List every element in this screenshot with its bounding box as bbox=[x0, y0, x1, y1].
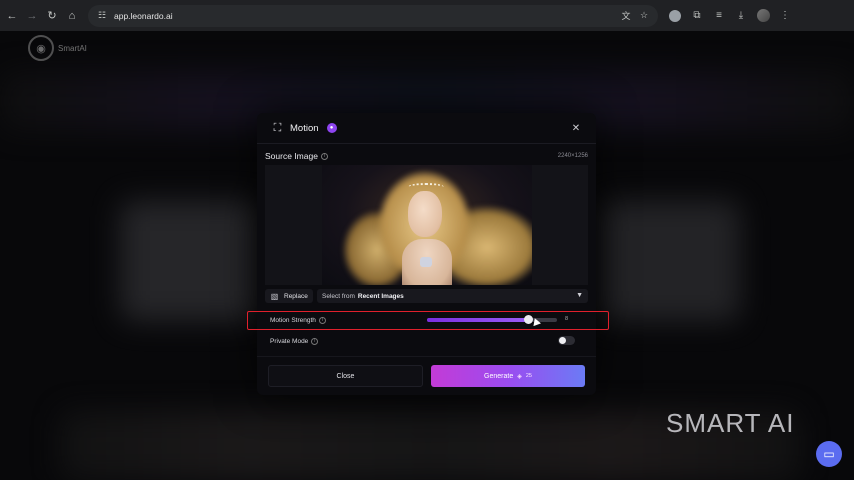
toggle-knob bbox=[559, 337, 566, 344]
motion-strength-label-text: Motion Strength bbox=[270, 316, 316, 324]
extension-profile-icon[interactable] bbox=[666, 7, 684, 25]
address-bar[interactable]: ☷ app.leonardo.ai 文 ☆ bbox=[88, 4, 658, 27]
image-dimensions: 2240×1256 bbox=[557, 153, 588, 159]
close-button[interactable]: Close bbox=[268, 365, 423, 387]
url-text[interactable]: app.leonardo.ai bbox=[114, 11, 173, 21]
token-cost: 25 bbox=[525, 373, 532, 379]
info-icon[interactable]: i bbox=[318, 316, 326, 324]
slider-fill bbox=[427, 318, 528, 322]
image-icon: ▧ bbox=[270, 291, 279, 301]
home-icon[interactable]: ⌂ bbox=[62, 6, 82, 26]
brand-logo: ◉ SmartAI bbox=[28, 35, 87, 61]
close-icon[interactable]: ✕ bbox=[570, 122, 582, 134]
recent-images-select[interactable]: Select from Recent Images ▼ bbox=[317, 289, 588, 303]
kebab-menu-icon[interactable]: ⋮ bbox=[776, 7, 794, 25]
private-mode-row: Private Mode i bbox=[265, 334, 588, 348]
toolbar-actions: ⧉ ≡ ⤓ ⋮ bbox=[666, 7, 794, 25]
browser-toolbar: ← → ↻ ⌂ ☷ app.leonardo.ai 文 ☆ ⧉ ≡ ⤓ ⋮ bbox=[0, 0, 854, 31]
blurred-card-right bbox=[600, 201, 740, 321]
private-mode-toggle[interactable] bbox=[558, 336, 575, 345]
bookmark-star-icon[interactable]: ☆ bbox=[638, 10, 650, 22]
generate-button[interactable]: Generate ◈ 25 bbox=[431, 365, 585, 387]
translate-icon[interactable]: 文 bbox=[620, 10, 632, 22]
site-settings-icon[interactable]: ☷ bbox=[96, 10, 108, 22]
premium-badge-icon: ● bbox=[326, 123, 337, 133]
brand-name: SmartAI bbox=[58, 43, 87, 53]
modal-header: ⛶ Motion ● ✕ bbox=[257, 113, 596, 143]
header-divider bbox=[257, 143, 596, 144]
chat-bubble-icon: ▭ bbox=[823, 447, 835, 461]
blurred-card-left bbox=[120, 201, 260, 321]
forward-arrow-icon[interactable]: → bbox=[22, 6, 42, 26]
private-mode-label-text: Private Mode bbox=[270, 337, 309, 345]
nav-buttons: ← → ↻ ⌂ bbox=[2, 6, 82, 26]
image-face bbox=[408, 191, 442, 237]
profile-avatar-icon[interactable] bbox=[754, 7, 772, 25]
select-recent-images: Recent Images bbox=[357, 292, 404, 300]
motion-strength-label: Motion Strength i bbox=[270, 316, 326, 324]
replace-label: Replace bbox=[284, 292, 308, 300]
chevron-down-icon: ▼ bbox=[576, 292, 583, 299]
media-controls-icon[interactable]: ≡ bbox=[710, 7, 728, 25]
footer-divider bbox=[257, 356, 596, 357]
generate-label: Generate bbox=[484, 372, 514, 380]
back-arrow-icon[interactable]: ← bbox=[2, 6, 22, 26]
source-image bbox=[322, 165, 532, 285]
image-necklace bbox=[420, 257, 432, 267]
source-image-label-text: Source Image bbox=[265, 151, 318, 161]
select-prefix: Select from bbox=[322, 292, 355, 300]
source-image-frame bbox=[265, 165, 588, 285]
film-frame-icon: ⛶ bbox=[273, 121, 282, 134]
replace-button[interactable]: ▧ Replace bbox=[265, 289, 313, 303]
modal-title: Motion bbox=[290, 122, 319, 134]
brand-logo-icon: ◉ bbox=[28, 35, 54, 61]
puzzle-extensions-icon[interactable]: ⧉ bbox=[688, 7, 706, 25]
image-tiara bbox=[408, 183, 444, 191]
motion-strength-value[interactable]: 8 bbox=[565, 316, 568, 322]
info-icon[interactable]: i bbox=[320, 152, 328, 160]
omnibox-actions: 文 ☆ bbox=[620, 10, 658, 22]
reload-icon[interactable]: ↻ bbox=[42, 6, 62, 26]
info-icon[interactable]: i bbox=[311, 337, 319, 345]
source-image-label: Source Image i bbox=[265, 151, 328, 161]
motion-modal: ⛶ Motion ● ✕ Source Image i 2240×1256 ▧ … bbox=[257, 113, 596, 395]
chat-support-button[interactable]: ▭ bbox=[816, 441, 842, 467]
private-mode-label: Private Mode i bbox=[270, 337, 319, 345]
token-icon: ◈ bbox=[517, 373, 522, 380]
download-icon[interactable]: ⤓ bbox=[732, 7, 750, 25]
watermark-text: SMART AI bbox=[666, 408, 795, 438]
